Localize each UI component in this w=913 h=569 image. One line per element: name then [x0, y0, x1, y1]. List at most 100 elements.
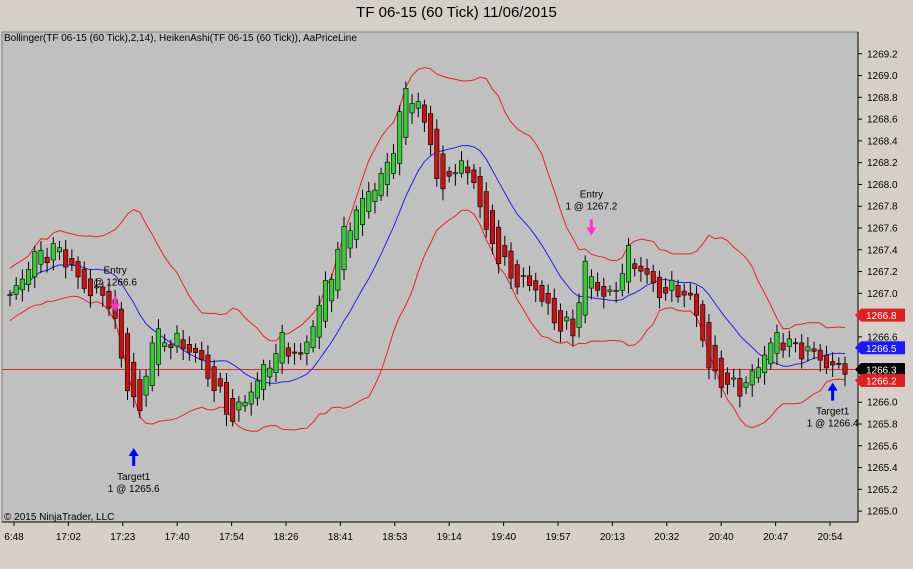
- candle-down: [681, 290, 687, 296]
- candle-up: [452, 172, 458, 175]
- candle-down: [545, 292, 551, 304]
- candle-up: [335, 249, 341, 291]
- candle-up: [279, 332, 285, 364]
- candle-down: [446, 171, 452, 177]
- candle-down: [508, 250, 514, 279]
- candle-up: [403, 88, 409, 138]
- candle-down: [125, 333, 131, 392]
- candle-up: [19, 278, 25, 291]
- price-marker-label: 1266.8: [866, 311, 897, 322]
- candle-up: [242, 401, 248, 407]
- candle-down: [632, 263, 638, 269]
- candle-down: [817, 349, 823, 361]
- candle-down: [836, 362, 842, 365]
- candle-down: [551, 297, 557, 324]
- candle-up: [607, 289, 613, 292]
- candle-down: [477, 176, 483, 208]
- candle-down: [285, 347, 291, 357]
- candle-down: [842, 363, 848, 375]
- indicators-label: Bollinger(TF 06-15 (60 Tick),2,14), Heik…: [4, 33, 357, 44]
- candle-down: [69, 258, 75, 265]
- target-label: 1 @ 1265.6: [108, 484, 160, 495]
- price-chart[interactable]: Entry@ 1266.6Target11 @ 1265.6Entry1 @ 1…: [0, 0, 913, 569]
- candle-down: [298, 352, 304, 355]
- candle-up: [162, 342, 168, 347]
- y-tick-label: 1267.4: [867, 245, 898, 256]
- candle-down: [557, 310, 563, 332]
- candle-up: [273, 353, 279, 373]
- candle-down: [724, 372, 730, 385]
- x-tick-label: 19:57: [545, 532, 570, 543]
- candle-down: [780, 342, 786, 351]
- candle-up: [267, 367, 273, 378]
- candle-down: [650, 271, 656, 284]
- price-marker-label: 1266.5: [866, 344, 897, 355]
- candle-up: [669, 279, 675, 291]
- candle-up: [755, 367, 761, 379]
- candle-down: [811, 348, 817, 352]
- candle-up: [341, 226, 347, 271]
- candle-up: [143, 375, 149, 396]
- candle-up: [459, 160, 465, 174]
- candle-down: [186, 344, 192, 353]
- x-tick-label: 20:32: [654, 532, 679, 543]
- candle-down: [514, 264, 520, 288]
- candle-up: [174, 332, 180, 347]
- target-label: 1 @ 1266.4: [807, 419, 859, 430]
- x-tick-label: 18:53: [382, 532, 407, 543]
- candle-up: [762, 354, 768, 374]
- candle-down: [496, 226, 502, 265]
- candle-down: [483, 191, 489, 230]
- candle-down: [527, 275, 533, 286]
- price-markers: 1266.81266.51266.31266.2: [855, 308, 905, 387]
- candle-down: [656, 276, 662, 299]
- candle-down: [687, 292, 693, 296]
- candle-down: [595, 282, 601, 291]
- target-label: Target1: [117, 472, 151, 483]
- candle-down: [199, 350, 205, 360]
- candle-up: [397, 111, 403, 164]
- candle-up: [149, 342, 155, 386]
- y-tick-label: 1267.2: [867, 267, 898, 278]
- entry-label: Entry: [580, 189, 603, 200]
- candle-up: [254, 380, 260, 399]
- y-tick-label: 1267.8: [867, 202, 898, 213]
- candle-down: [44, 256, 50, 264]
- candle-down: [830, 361, 836, 366]
- y-tick-label: 1267.6: [867, 224, 898, 235]
- candle-down: [217, 378, 223, 387]
- candle-down: [700, 304, 706, 341]
- candle-down: [539, 285, 545, 302]
- candle-up: [13, 285, 19, 295]
- candle-down: [737, 377, 743, 397]
- candle-down: [533, 280, 539, 291]
- candle-up: [304, 341, 310, 354]
- candle-down: [718, 357, 724, 388]
- candle-down: [211, 366, 217, 392]
- candle-down: [570, 318, 576, 337]
- candle-up: [378, 173, 384, 197]
- candle-down: [638, 265, 644, 272]
- y-tick-label: 1268.8: [867, 93, 898, 104]
- candle-down: [131, 361, 137, 398]
- price-marker-label: 1266.2: [866, 376, 897, 387]
- candle-up: [409, 103, 415, 114]
- y-tick-label: 1265.8: [867, 420, 898, 431]
- y-tick-label: 1265.0: [867, 507, 898, 518]
- candle-up: [384, 161, 390, 185]
- candle-down: [421, 104, 427, 123]
- candle-down: [106, 290, 112, 309]
- x-tick-label: 18:26: [273, 532, 298, 543]
- candle-down: [793, 342, 799, 345]
- entry-label: Entry: [103, 266, 126, 277]
- target-label: Target1: [816, 407, 850, 418]
- y-tick-label: 1269.0: [867, 71, 898, 82]
- candle-up: [56, 247, 62, 253]
- candle-down: [230, 398, 236, 422]
- candle-down: [81, 268, 87, 289]
- candle-up: [743, 382, 749, 388]
- candle-up: [310, 326, 316, 348]
- candle-up: [415, 101, 421, 109]
- x-tick-label: 17:23: [110, 532, 135, 543]
- y-tick-label: 1266.0: [867, 398, 898, 409]
